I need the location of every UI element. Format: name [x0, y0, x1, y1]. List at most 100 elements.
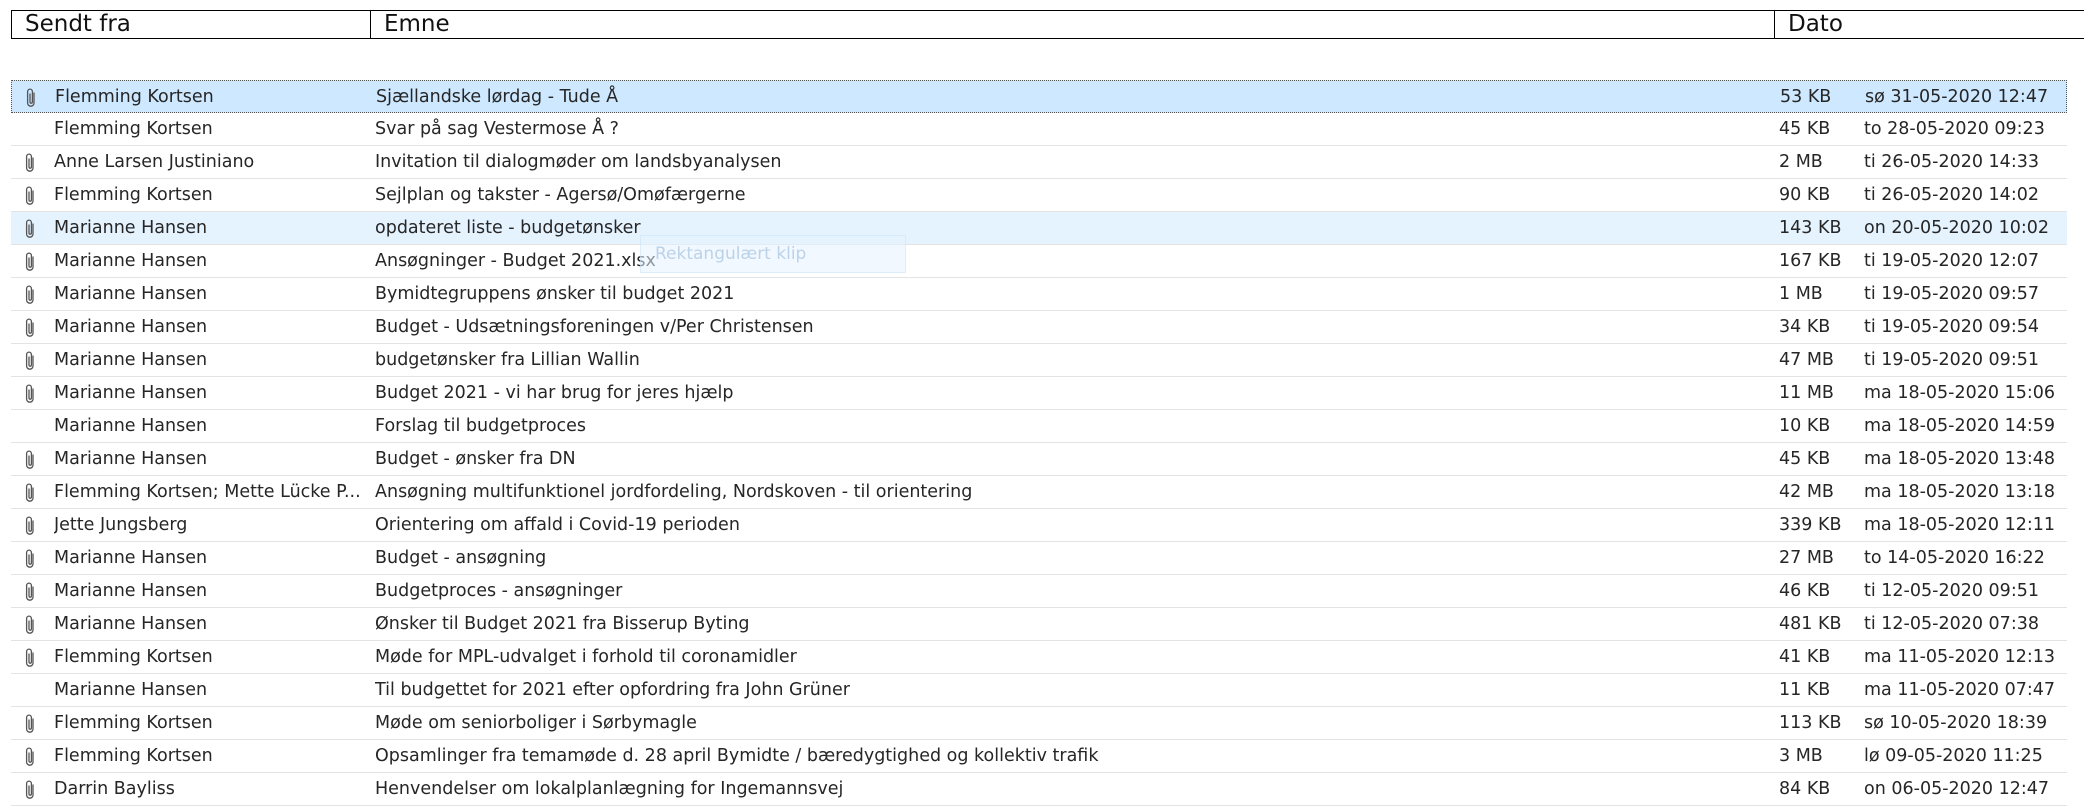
email-subject: Budget - ønsker fra DN [375, 449, 576, 469]
email-subject: Svar på sag Vestermose Å ? [375, 119, 619, 139]
email-subject: budgetønsker fra Lillian Wallin [375, 350, 640, 370]
email-date: ti 19-05-2020 09:57 [1864, 284, 2039, 304]
email-row[interactable]: Marianne Hansen Budget 2021 - vi har brug… [11, 377, 2067, 410]
email-subject: Sejlplan og takster - Agersø/Omøfærgerne [375, 185, 746, 205]
email-sender: Marianne Hansen [54, 581, 208, 601]
email-row[interactable]: Anne Larsen Justiniano Invitation til dia… [11, 146, 2067, 179]
email-sender: Anne Larsen Justiniano [54, 152, 255, 172]
email-row[interactable]: Marianne Hansen Bymidtegruppens ønsker ti… [11, 278, 2067, 311]
paperclip-icon [19, 476, 41, 509]
email-subject: Forslag til budgetproces [375, 416, 587, 436]
email-date: ti 19-05-2020 09:51 [1864, 350, 2039, 370]
email-date: ma 18-05-2020 13:48 [1864, 449, 2056, 469]
email-date: sø 10-05-2020 18:39 [1864, 713, 2048, 733]
email-row[interactable]: Darrin Bayliss Henvendelser om lokalplanl… [11, 773, 2067, 806]
email-row[interactable]: Jette Jungsberg Orientering om affald i C… [11, 509, 2067, 542]
email-subject: Opsamlinger fra temamøde d. 28 april Bym… [375, 746, 1099, 766]
email-subject: Budget - ansøgning [375, 548, 547, 568]
email-date: ti 26-05-2020 14:33 [1864, 152, 2039, 172]
email-date: lø 09-05-2020 11:25 [1864, 746, 2043, 766]
column-header-date[interactable]: Dato [1775, 11, 2084, 38]
paperclip-icon [19, 245, 41, 278]
email-subject: Budgetproces - ansøgninger [375, 581, 623, 601]
email-row[interactable]: Marianne Hansen Forslag til budgetproces 1… [11, 410, 2067, 443]
no-attachment-slot [19, 674, 41, 707]
paperclip-icon [19, 377, 41, 410]
no-attachment-slot [19, 410, 41, 443]
email-sender: Flemming Kortsen [54, 647, 213, 667]
email-date: ma 18-05-2020 14:59 [1864, 416, 2056, 436]
email-sender: Marianne Hansen [54, 548, 208, 568]
email-sender: Marianne Hansen [54, 449, 208, 469]
paperclip-icon [19, 509, 41, 542]
email-row[interactable]: Marianne Hansen Budget - ønsker fra DN 45 … [11, 443, 2067, 476]
email-row[interactable]: Marianne Hansen Ønsker til Budget 2021 fr… [11, 608, 2067, 641]
email-row[interactable]: Marianne Hansen Budget - Udsætningsforeni… [11, 311, 2067, 344]
email-subject: Ansøgning multifunktionel jordfordeling,… [375, 482, 973, 502]
paperclip-icon [19, 575, 41, 608]
paperclip-icon [19, 212, 41, 245]
email-row[interactable]: Marianne Hansen opdateret liste - budgetø… [11, 212, 2067, 245]
email-sender: Marianne Hansen [54, 350, 208, 370]
email-date: ma 18-05-2020 12:11 [1864, 515, 2056, 535]
email-subject: Henvendelser om lokalplanlægning for Ing… [375, 779, 844, 799]
email-subject: Ønsker til Budget 2021 fra Bisserup Byti… [375, 614, 750, 634]
email-date: ti 26-05-2020 14:02 [1864, 185, 2039, 205]
email-date: ti 12-05-2020 07:38 [1864, 614, 2039, 634]
email-sender: Flemming Kortsen [54, 185, 213, 205]
email-subject: Invitation til dialogmøder om landsbyana… [375, 152, 782, 172]
email-subject: Møde om seniorboliger i Sørbymagle [375, 713, 697, 733]
email-sender: Flemming Kortsen [55, 87, 214, 107]
email-row[interactable]: Marianne Hansen budgetønsker fra Lillian … [11, 344, 2067, 377]
email-sender: Marianne Hansen [54, 317, 208, 337]
paperclip-icon [19, 311, 41, 344]
email-subject: Ansøgninger - Budget 2021.xlsx [375, 251, 656, 271]
email-subject: Til budgettet for 2021 efter opfordring … [375, 680, 850, 700]
email-sender: Marianne Hansen [54, 251, 208, 271]
email-subject: Bymidtegruppens ønsker til budget 2021 [375, 284, 735, 304]
email-date: ma 11-05-2020 12:13 [1864, 647, 2056, 667]
email-row[interactable]: Marianne Hansen Ansøgninger - Budget 2021… [11, 245, 2067, 278]
email-sender: Flemming Kortsen; Mette Lücke P... [54, 482, 361, 502]
email-row[interactable]: Flemming Kortsen Møde om seniorboliger i… [11, 707, 2067, 740]
paperclip-icon [19, 773, 41, 806]
email-subject: opdateret liste - budgetønsker [375, 218, 641, 238]
email-sender: Marianne Hansen [54, 614, 208, 634]
email-row[interactable]: Marianne Hansen Budget - ansøgning 27 MB to… [11, 542, 2067, 575]
email-row[interactable]: Flemming Kortsen Møde for MPL-udvalget i … [11, 641, 2067, 674]
email-sender: Marianne Hansen [54, 416, 208, 436]
email-date: on 20-05-2020 10:02 [1864, 218, 2050, 238]
email-row[interactable]: Flemming Kortsen Svar på sag Vestermose Å… [11, 113, 2067, 146]
email-date: to 28-05-2020 09:23 [1864, 119, 2045, 139]
email-row[interactable]: Flemming Kortsen; Mette Lücke P... Ansøgn… [11, 476, 2067, 509]
email-subject: Orientering om affald i Covid-19 periode… [375, 515, 740, 535]
paperclip-icon [19, 344, 41, 377]
email-sender: Flemming Kortsen [54, 746, 213, 766]
email-subject: Budget 2021 - vi har brug for jeres hjæl… [375, 383, 734, 403]
email-subject: Budget - Udsætningsforeningen v/Per Chri… [375, 317, 814, 337]
email-date: ti 19-05-2020 12:07 [1864, 251, 2039, 271]
email-date: ti 19-05-2020 09:54 [1864, 317, 2039, 337]
email-date: ma 11-05-2020 07:47 [1864, 680, 2056, 700]
email-subject: Møde for MPL-udvalget i forhold til coro… [375, 647, 797, 667]
column-header-subject[interactable]: Emne [371, 11, 1775, 38]
paperclip-icon [19, 278, 41, 311]
email-row[interactable]: Marianne Hansen Til budgettet for 2021 ef… [11, 674, 2067, 707]
no-attachment-slot [19, 113, 41, 146]
paperclip-icon [20, 81, 42, 114]
email-row[interactable]: Flemming Kortsen Sejlplan og takster - Ag… [11, 179, 2067, 212]
email-sender: Jette Jungsberg [54, 515, 188, 535]
paperclip-icon [19, 443, 41, 476]
email-sender: Marianne Hansen [54, 680, 208, 700]
paperclip-icon [19, 707, 41, 740]
paperclip-icon [19, 146, 41, 179]
email-sender: Flemming Kortsen [54, 713, 213, 733]
email-sender: Marianne Hansen [54, 383, 208, 403]
column-header-from[interactable]: Sendt fra [12, 11, 371, 38]
email-row[interactable]: Flemming Kortsen Opsamlinger fra temamøde… [11, 740, 2067, 773]
email-subject: Sjællandske lørdag - Tude Å [376, 87, 619, 107]
email-sender: Flemming Kortsen [54, 119, 213, 139]
email-row[interactable]: Marianne Hansen Budgetproces - ansøgninge… [11, 575, 2067, 608]
email-row[interactable]: Flemming Kortsen Sjællandske lørdag - Tud… [11, 80, 2067, 113]
paperclip-icon [19, 179, 41, 212]
